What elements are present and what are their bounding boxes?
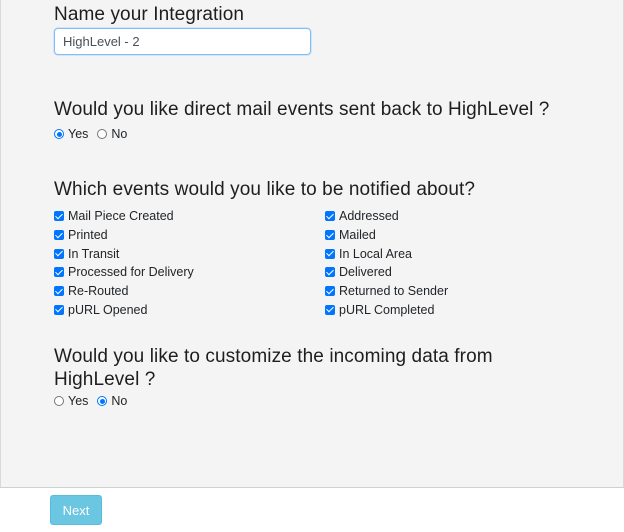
- mail-events-radio-group: Yes No: [54, 127, 136, 141]
- mail-events-no-label: No: [111, 127, 128, 141]
- checkbox-checked-icon[interactable]: [325, 211, 335, 222]
- event-label: In Local Area: [339, 246, 412, 261]
- event-label: In Transit: [68, 246, 120, 261]
- event-printed[interactable]: Printed: [54, 226, 194, 245]
- mail-events-no-option[interactable]: No: [97, 127, 127, 141]
- next-button[interactable]: Next: [50, 495, 102, 525]
- customize-data-yes-radio[interactable]: [54, 396, 64, 406]
- event-label: Mail Piece Created: [68, 209, 174, 224]
- event-column-left: Mail Piece Created Printed In Transit Pr…: [54, 207, 194, 319]
- customize-data-question: Would you like to customize the incoming…: [54, 346, 493, 390]
- event-returned-to-sender[interactable]: Returned to Sender: [325, 282, 448, 301]
- event-delivered[interactable]: Delivered: [325, 263, 448, 282]
- checkbox-checked-icon[interactable]: [54, 286, 64, 297]
- integration-form: Name your Integration Would you like dir…: [0, 0, 624, 487]
- customize-data-yes-option[interactable]: Yes: [54, 394, 88, 408]
- event-re-routed[interactable]: Re-Routed: [54, 282, 194, 301]
- event-processed-for-delivery[interactable]: Processed for Delivery: [54, 263, 194, 282]
- customize-data-no-radio[interactable]: [97, 396, 108, 406]
- event-purl-opened[interactable]: pURL Opened: [54, 300, 194, 319]
- checkbox-checked-icon[interactable]: [54, 304, 64, 315]
- customize-data-yes-label: Yes: [68, 394, 89, 408]
- event-in-transit[interactable]: In Transit: [54, 244, 194, 263]
- checkbox-checked-icon[interactable]: [325, 286, 335, 297]
- event-column-right: Addressed Mailed In Local Area Delivered…: [325, 207, 448, 319]
- checkbox-checked-icon[interactable]: [325, 230, 335, 241]
- checkbox-checked-icon[interactable]: [54, 211, 64, 222]
- checkbox-checked-icon[interactable]: [325, 304, 335, 315]
- mail-events-yes-option[interactable]: Yes: [54, 127, 88, 141]
- event-label: Delivered: [339, 265, 392, 280]
- event-label: Addressed: [339, 209, 399, 224]
- notify-events-question: Which events would you like to be notifi…: [54, 179, 476, 200]
- mail-events-yes-radio[interactable]: [54, 129, 64, 139]
- integration-name-heading: Name your Integration: [54, 4, 245, 25]
- event-label: pURL Completed: [339, 302, 435, 317]
- event-addressed[interactable]: Addressed: [325, 207, 448, 226]
- form-footer: Next: [0, 487, 624, 532]
- event-in-local-area[interactable]: In Local Area: [325, 244, 448, 263]
- customize-data-radio-group: Yes No: [54, 394, 136, 408]
- event-label: Re-Routed: [68, 284, 129, 299]
- customize-data-no-label: No: [111, 394, 128, 408]
- event-label: Returned to Sender: [339, 284, 449, 299]
- checkbox-checked-icon[interactable]: [54, 248, 64, 259]
- mail-events-no-radio[interactable]: [97, 129, 108, 139]
- event-purl-completed[interactable]: pURL Completed: [325, 300, 448, 319]
- checkbox-checked-icon[interactable]: [54, 230, 64, 241]
- checkbox-checked-icon[interactable]: [54, 267, 64, 278]
- event-label: Processed for Delivery: [68, 265, 194, 280]
- mail-events-yes-label: Yes: [68, 127, 89, 141]
- event-mailed[interactable]: Mailed: [325, 226, 448, 245]
- event-label: Printed: [68, 228, 108, 243]
- checkbox-checked-icon[interactable]: [325, 248, 335, 259]
- event-label: pURL Opened: [68, 302, 148, 317]
- mail-events-question: Would you like direct mail events sent b…: [54, 99, 550, 120]
- customize-data-no-option[interactable]: No: [97, 394, 127, 408]
- checkbox-checked-icon[interactable]: [325, 267, 335, 278]
- event-mail-piece-created[interactable]: Mail Piece Created: [54, 207, 194, 226]
- event-label: Mailed: [339, 228, 376, 243]
- integration-name-input[interactable]: [54, 28, 311, 55]
